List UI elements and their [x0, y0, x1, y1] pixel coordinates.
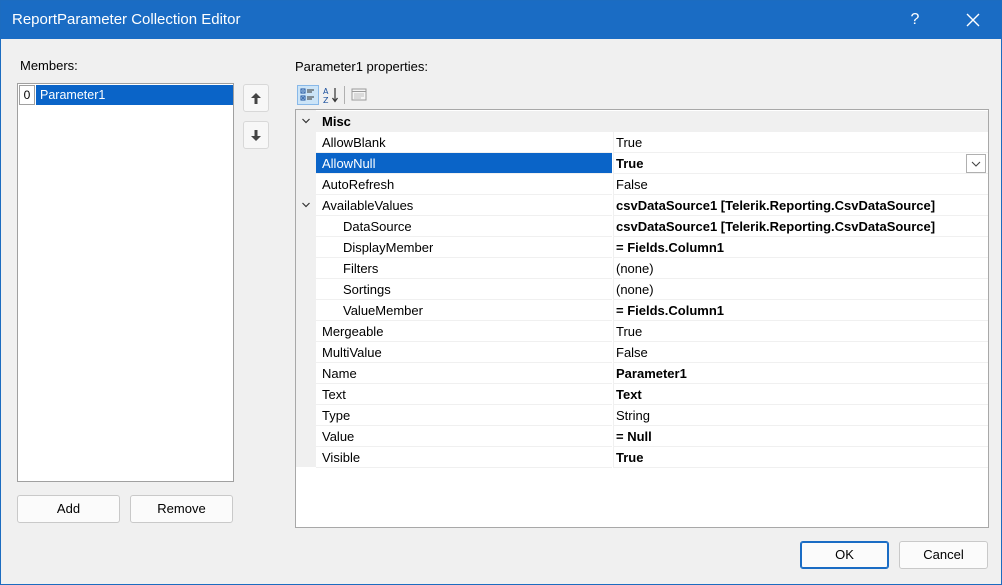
property-name: Type	[322, 408, 351, 423]
member-name[interactable]: Parameter1	[36, 85, 233, 105]
property-name: Text	[322, 387, 346, 402]
property-value[interactable]: = Fields.Column1	[616, 237, 986, 258]
remove-button[interactable]: Remove	[130, 495, 233, 523]
move-down-button[interactable]	[243, 121, 269, 149]
property-name: MultiValue	[322, 345, 382, 360]
property-value[interactable]: = Fields.Column1	[616, 300, 986, 321]
property-row[interactable]: DisplayMember = Fields.Column1	[296, 237, 988, 258]
property-name: Value	[322, 429, 355, 444]
list-item[interactable]: 0 Parameter1	[19, 85, 233, 105]
member-index: 0	[19, 85, 35, 105]
alphabetical-button[interactable]: A Z	[321, 85, 343, 105]
property-pages-icon	[351, 88, 367, 101]
property-row[interactable]: MultiValue False	[296, 342, 988, 363]
property-value[interactable]: False	[616, 174, 986, 195]
property-row[interactable]: ValueMember = Fields.Column1	[296, 300, 988, 321]
toolbar-separator	[344, 86, 345, 104]
add-button[interactable]: Add	[17, 495, 120, 523]
categorized-button[interactable]	[297, 85, 319, 105]
property-name: Name	[322, 366, 357, 381]
move-up-button[interactable]	[243, 84, 269, 112]
property-row[interactable]: Text Text	[296, 384, 988, 405]
members-list[interactable]: 0 Parameter1	[17, 83, 234, 482]
property-row[interactable]: Type String	[296, 405, 988, 426]
property-value[interactable]: Text	[616, 384, 986, 405]
property-name: Sortings	[343, 282, 391, 297]
chevron-down-icon[interactable]	[300, 115, 312, 127]
property-value[interactable]: csvDataSource1 [Telerik.Reporting.CsvDat…	[616, 195, 986, 216]
property-name: DataSource	[343, 219, 412, 234]
window-title: ReportParameter Collection Editor	[12, 11, 241, 28]
alphabetical-sort-icon: A Z	[323, 87, 338, 105]
members-label: Members:	[20, 58, 78, 73]
category-label: Misc	[322, 114, 351, 129]
cancel-button[interactable]: Cancel	[899, 541, 988, 569]
property-name-cell[interactable]	[316, 405, 612, 426]
property-row[interactable]: Visible True	[296, 447, 988, 468]
chevron-down-icon[interactable]	[300, 199, 312, 211]
property-name-cell[interactable]	[316, 447, 612, 468]
property-row[interactable]: Value = Null	[296, 426, 988, 447]
property-name: AllowNull	[322, 156, 376, 171]
close-button[interactable]	[959, 8, 987, 32]
property-row[interactable]: Name Parameter1	[296, 363, 988, 384]
close-icon	[966, 13, 980, 27]
property-value[interactable]: String	[616, 405, 986, 426]
property-name-cell[interactable]	[316, 426, 612, 447]
property-value[interactable]: True	[616, 153, 986, 174]
property-row[interactable]: AllowNull True	[296, 153, 988, 174]
property-row[interactable]: Sortings (none)	[296, 279, 988, 300]
property-row[interactable]: DataSource csvDataSource1 [Telerik.Report…	[296, 216, 988, 237]
property-value[interactable]: Parameter1	[616, 363, 986, 384]
categorized-view-icon	[300, 88, 314, 101]
property-row[interactable]: AutoRefresh False	[296, 174, 988, 195]
category-row-misc[interactable]: Misc	[296, 111, 988, 132]
svg-text:Z: Z	[323, 96, 329, 105]
property-value[interactable]: csvDataSource1 [Telerik.Reporting.CsvDat…	[616, 216, 986, 237]
properties-label: Parameter1 properties:	[295, 59, 428, 74]
property-name: ValueMember	[343, 303, 423, 318]
property-name: AutoRefresh	[322, 177, 395, 192]
svg-text:A: A	[323, 87, 329, 96]
property-row[interactable]: AvailableValues csvDataSource1 [Telerik.R…	[296, 195, 988, 216]
ok-button[interactable]: OK	[800, 541, 889, 569]
arrow-up-icon	[251, 93, 261, 104]
property-name: DisplayMember	[343, 240, 434, 255]
property-row[interactable]: Mergeable True	[296, 321, 988, 342]
arrow-down-icon	[251, 130, 261, 141]
property-row[interactable]: Filters (none)	[296, 258, 988, 279]
property-name: Filters	[343, 261, 379, 276]
property-row[interactable]: AllowBlank True	[296, 132, 988, 153]
property-name: AvailableValues	[322, 198, 414, 213]
chevron-down-icon	[971, 161, 981, 167]
property-value[interactable]: True	[616, 132, 986, 153]
property-value[interactable]: True	[616, 447, 986, 468]
property-pages-button[interactable]	[349, 85, 371, 105]
property-name: AllowBlank	[322, 135, 386, 150]
value-dropdown-button[interactable]	[966, 154, 986, 173]
title-bar: ReportParameter Collection Editor ?	[1, 1, 1001, 39]
property-value[interactable]: False	[616, 342, 986, 363]
property-name-cell[interactable]	[316, 363, 612, 384]
property-value[interactable]: True	[616, 321, 986, 342]
property-grid[interactable]: Misc AllowBlank True AllowNull True AutoRefr…	[295, 109, 989, 528]
help-button[interactable]: ?	[905, 8, 925, 32]
property-value[interactable]: (none)	[616, 279, 986, 300]
collection-editor-dialog: ReportParameter Collection Editor ? Memb…	[0, 0, 1002, 585]
property-name: Mergeable	[322, 324, 384, 339]
property-value[interactable]: (none)	[616, 258, 986, 279]
property-name: Visible	[322, 450, 361, 465]
property-name-cell[interactable]	[316, 384, 612, 405]
property-value[interactable]: = Null	[616, 426, 986, 447]
